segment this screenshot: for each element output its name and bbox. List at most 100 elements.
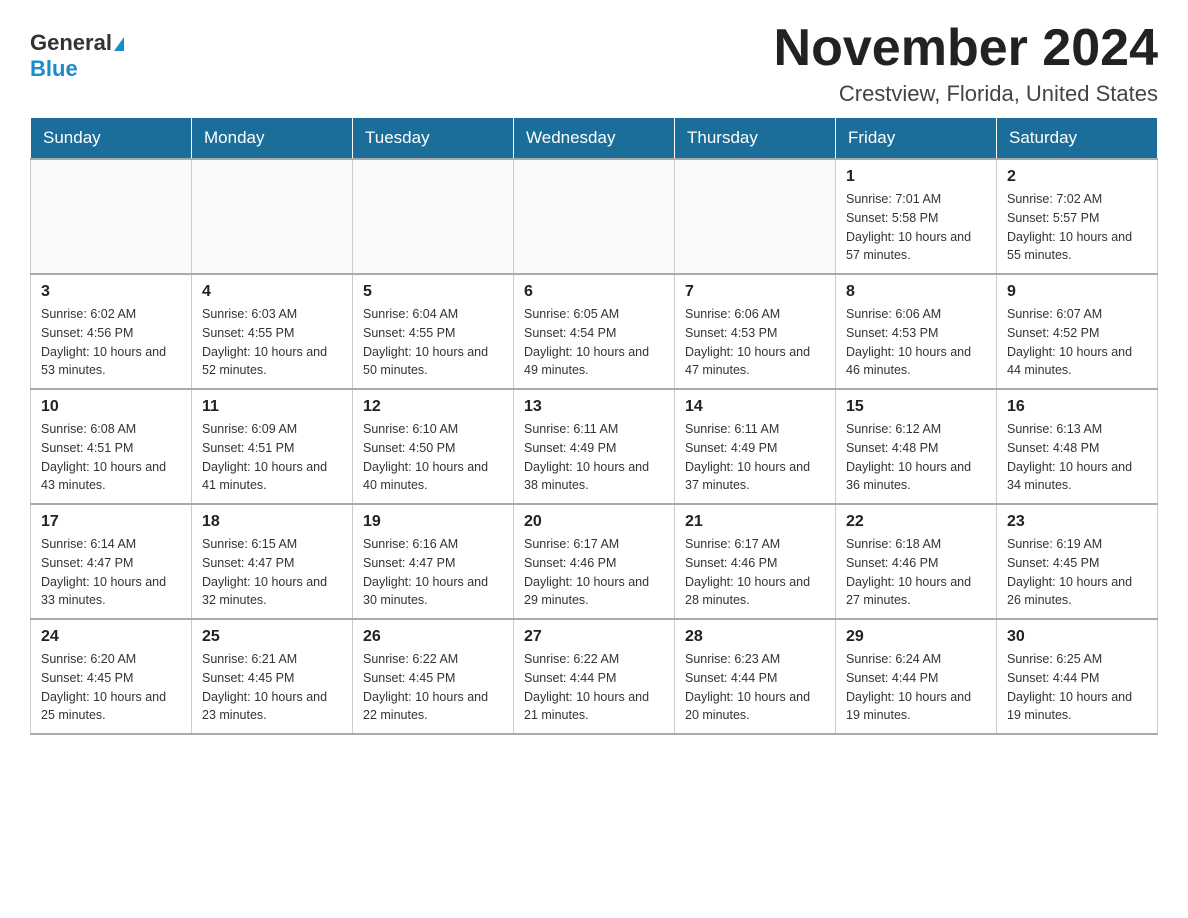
day-info: Sunrise: 6:20 AM Sunset: 4:45 PM Dayligh… xyxy=(41,650,181,725)
calendar-week-row: 1Sunrise: 7:01 AM Sunset: 5:58 PM Daylig… xyxy=(31,159,1158,274)
day-info: Sunrise: 6:22 AM Sunset: 4:45 PM Dayligh… xyxy=(363,650,503,725)
calendar-cell: 27 Sunrise: 6:22 AM Sunset: 4:44 PM Dayli… xyxy=(514,619,675,734)
calendar-week-row: 10Sunrise: 6:08 AM Sunset: 4:51 PM Dayli… xyxy=(31,389,1158,504)
calendar-cell: 23 Sunrise: 6:19 AM Sunset: 4:45 PM Dayli… xyxy=(997,504,1158,619)
day-number: 12 xyxy=(363,398,503,416)
day-info: Sunrise: 6:15 AM Sunset: 4:47 PM Dayligh… xyxy=(202,535,342,610)
calendar-cell: 26 Sunrise: 6:22 AM Sunset: 4:45 PM Dayli… xyxy=(353,619,514,734)
calendar-cell: 30 Sunrise: 6:25 AM Sunset: 4:44 PM Dayli… xyxy=(997,619,1158,734)
day-info: Sunrise: 6:11 AM Sunset: 4:49 PM Dayligh… xyxy=(685,420,825,495)
day-info: Sunrise: 6:23 AM Sunset: 4:44 PM Dayligh… xyxy=(685,650,825,725)
calendar-cell: 12 Sunrise: 6:10 AM Sunset: 4:50 PM Dayli… xyxy=(353,389,514,504)
logo: General Blue xyxy=(30,30,124,82)
day-number: 13 xyxy=(524,398,664,416)
location-text: Crestview, Florida, United States xyxy=(774,81,1158,107)
calendar-cell xyxy=(192,159,353,274)
day-number: 23 xyxy=(1007,513,1147,531)
calendar-cell xyxy=(675,159,836,274)
day-number: 30 xyxy=(1007,628,1147,646)
day-info: Sunrise: 7:02 AM Sunset: 5:57 PM Dayligh… xyxy=(1007,190,1147,265)
calendar-week-row: 24Sunrise: 6:20 AM Sunset: 4:45 PM Dayli… xyxy=(31,619,1158,734)
day-info: Sunrise: 6:25 AM Sunset: 4:44 PM Dayligh… xyxy=(1007,650,1147,725)
day-number: 14 xyxy=(685,398,825,416)
calendar-cell: 25Sunrise: 6:21 AM Sunset: 4:45 PM Dayli… xyxy=(192,619,353,734)
calendar-cell: 9 Sunrise: 6:07 AM Sunset: 4:52 PM Daylig… xyxy=(997,274,1158,389)
calendar-cell: 13 Sunrise: 6:11 AM Sunset: 4:49 PM Dayli… xyxy=(514,389,675,504)
day-number: 19 xyxy=(363,513,503,531)
calendar-cell xyxy=(514,159,675,274)
calendar-day-header: Wednesday xyxy=(514,118,675,160)
calendar-cell: 14 Sunrise: 6:11 AM Sunset: 4:49 PM Dayli… xyxy=(675,389,836,504)
logo-general-text: General xyxy=(30,30,112,55)
calendar-week-row: 17 Sunrise: 6:14 AM Sunset: 4:47 PM Dayli… xyxy=(31,504,1158,619)
day-info: Sunrise: 6:22 AM Sunset: 4:44 PM Dayligh… xyxy=(524,650,664,725)
calendar-cell: 24Sunrise: 6:20 AM Sunset: 4:45 PM Dayli… xyxy=(31,619,192,734)
day-number: 6 xyxy=(524,283,664,301)
day-info: Sunrise: 6:07 AM Sunset: 4:52 PM Dayligh… xyxy=(1007,305,1147,380)
day-info: Sunrise: 6:17 AM Sunset: 4:46 PM Dayligh… xyxy=(685,535,825,610)
calendar-cell: 5Sunrise: 6:04 AM Sunset: 4:55 PM Daylig… xyxy=(353,274,514,389)
day-info: Sunrise: 7:01 AM Sunset: 5:58 PM Dayligh… xyxy=(846,190,986,265)
day-info: Sunrise: 6:17 AM Sunset: 4:46 PM Dayligh… xyxy=(524,535,664,610)
day-number: 29 xyxy=(846,628,986,646)
day-number: 28 xyxy=(685,628,825,646)
day-number: 22 xyxy=(846,513,986,531)
day-number: 26 xyxy=(363,628,503,646)
day-info: Sunrise: 6:09 AM Sunset: 4:51 PM Dayligh… xyxy=(202,420,342,495)
calendar-cell: 22 Sunrise: 6:18 AM Sunset: 4:46 PM Dayli… xyxy=(836,504,997,619)
day-info: Sunrise: 6:05 AM Sunset: 4:54 PM Dayligh… xyxy=(524,305,664,380)
logo-general-line: General xyxy=(30,30,124,56)
day-info: Sunrise: 6:11 AM Sunset: 4:49 PM Dayligh… xyxy=(524,420,664,495)
calendar-cell: 21 Sunrise: 6:17 AM Sunset: 4:46 PM Dayli… xyxy=(675,504,836,619)
day-info: Sunrise: 6:13 AM Sunset: 4:48 PM Dayligh… xyxy=(1007,420,1147,495)
day-number: 2 xyxy=(1007,168,1147,186)
day-info: Sunrise: 6:24 AM Sunset: 4:44 PM Dayligh… xyxy=(846,650,986,725)
calendar-cell: 2 Sunrise: 7:02 AM Sunset: 5:57 PM Daylig… xyxy=(997,159,1158,274)
calendar-cell: 4 Sunrise: 6:03 AM Sunset: 4:55 PM Daylig… xyxy=(192,274,353,389)
calendar-day-header: Thursday xyxy=(675,118,836,160)
calendar-cell: 16Sunrise: 6:13 AM Sunset: 4:48 PM Dayli… xyxy=(997,389,1158,504)
logo-triangle-icon xyxy=(114,37,124,51)
calendar-cell: 8Sunrise: 6:06 AM Sunset: 4:53 PM Daylig… xyxy=(836,274,997,389)
calendar-cell: 28 Sunrise: 6:23 AM Sunset: 4:44 PM Dayli… xyxy=(675,619,836,734)
day-number: 17 xyxy=(41,513,181,531)
calendar-cell xyxy=(31,159,192,274)
calendar-day-header: Saturday xyxy=(997,118,1158,160)
calendar-day-header: Friday xyxy=(836,118,997,160)
calendar-cell: 3Sunrise: 6:02 AM Sunset: 4:56 PM Daylig… xyxy=(31,274,192,389)
day-info: Sunrise: 6:19 AM Sunset: 4:45 PM Dayligh… xyxy=(1007,535,1147,610)
day-number: 21 xyxy=(685,513,825,531)
day-number: 20 xyxy=(524,513,664,531)
calendar-cell: 10Sunrise: 6:08 AM Sunset: 4:51 PM Dayli… xyxy=(31,389,192,504)
calendar-cell: 1Sunrise: 7:01 AM Sunset: 5:58 PM Daylig… xyxy=(836,159,997,274)
month-year-title: November 2024 xyxy=(774,20,1158,77)
day-number: 27 xyxy=(524,628,664,646)
calendar-cell: 29 Sunrise: 6:24 AM Sunset: 4:44 PM Dayli… xyxy=(836,619,997,734)
day-number: 10 xyxy=(41,398,181,416)
calendar-cell: 18 Sunrise: 6:15 AM Sunset: 4:47 PM Dayli… xyxy=(192,504,353,619)
day-number: 4 xyxy=(202,283,342,301)
calendar-day-header: Sunday xyxy=(31,118,192,160)
day-number: 15 xyxy=(846,398,986,416)
day-info: Sunrise: 6:06 AM Sunset: 4:53 PM Dayligh… xyxy=(685,305,825,380)
calendar-cell xyxy=(353,159,514,274)
day-number: 25 xyxy=(202,628,342,646)
day-info: Sunrise: 6:14 AM Sunset: 4:47 PM Dayligh… xyxy=(41,535,181,610)
day-info: Sunrise: 6:18 AM Sunset: 4:46 PM Dayligh… xyxy=(846,535,986,610)
page-header: General Blue November 2024 Crestview, Fl… xyxy=(30,20,1158,107)
calendar-week-row: 3Sunrise: 6:02 AM Sunset: 4:56 PM Daylig… xyxy=(31,274,1158,389)
day-info: Sunrise: 6:10 AM Sunset: 4:50 PM Dayligh… xyxy=(363,420,503,495)
calendar-cell: 17 Sunrise: 6:14 AM Sunset: 4:47 PM Dayli… xyxy=(31,504,192,619)
day-info: Sunrise: 6:12 AM Sunset: 4:48 PM Dayligh… xyxy=(846,420,986,495)
day-number: 18 xyxy=(202,513,342,531)
calendar-cell: 6 Sunrise: 6:05 AM Sunset: 4:54 PM Daylig… xyxy=(514,274,675,389)
calendar-cell: 7Sunrise: 6:06 AM Sunset: 4:53 PM Daylig… xyxy=(675,274,836,389)
day-number: 9 xyxy=(1007,283,1147,301)
calendar-cell: 11Sunrise: 6:09 AM Sunset: 4:51 PM Dayli… xyxy=(192,389,353,504)
day-number: 8 xyxy=(846,283,986,301)
day-info: Sunrise: 6:03 AM Sunset: 4:55 PM Dayligh… xyxy=(202,305,342,380)
day-number: 3 xyxy=(41,283,181,301)
calendar-cell: 19Sunrise: 6:16 AM Sunset: 4:47 PM Dayli… xyxy=(353,504,514,619)
title-section: November 2024 Crestview, Florida, United… xyxy=(774,20,1158,107)
day-number: 5 xyxy=(363,283,503,301)
